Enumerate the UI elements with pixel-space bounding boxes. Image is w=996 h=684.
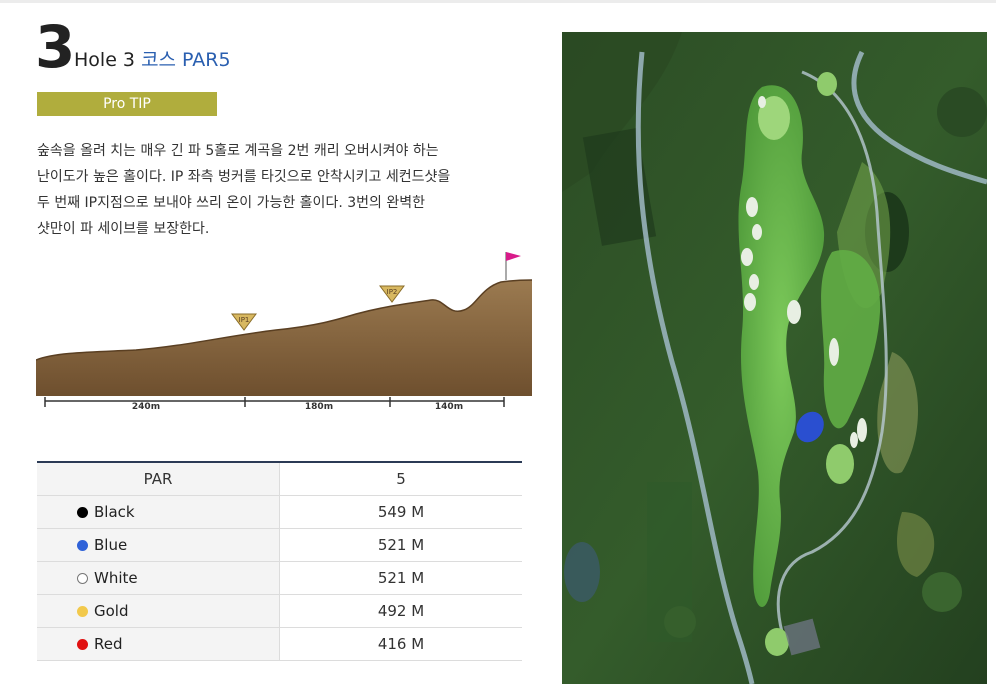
table-header-row: PAR 5 <box>37 462 522 496</box>
ip2-marker: IP2 <box>379 285 405 303</box>
distance-label: 140m <box>435 402 463 412</box>
tee-name: Gold <box>94 602 129 620</box>
tee-distance: 549 M <box>279 495 522 529</box>
course-par: 코스 PAR5 <box>141 49 231 71</box>
table-row: Gold 492 M <box>37 594 522 628</box>
ip2-label: IP2 <box>387 288 398 296</box>
flag-icon <box>505 252 521 280</box>
red-tee-dot <box>77 638 88 650</box>
tee-distance: 416 M <box>279 627 522 661</box>
tee-distance-table: PAR 5 Black 549 M Blue 521 M White 521 M… <box>37 461 522 661</box>
description-line: 두 번째 IP지점으로 보내야 쓰리 온이 가능한 홀이다. 3번의 완벽한 <box>37 195 425 211</box>
black-tee-dot <box>77 506 88 518</box>
hole-aerial-map <box>562 32 987 684</box>
elevation-profile: IP1 IP2 240m 180m 140m <box>36 252 533 412</box>
tee-name: Red <box>94 635 123 653</box>
table-row: Black 549 M <box>37 495 522 529</box>
terrain-shape <box>36 280 532 396</box>
tee-name: White <box>94 569 138 587</box>
top-divider <box>0 0 996 3</box>
blue-tee-dot <box>77 539 88 551</box>
table-row: Blue 521 M <box>37 528 522 562</box>
gold-tee-dot <box>77 605 88 617</box>
distance-label: 180m <box>305 402 333 412</box>
description-line: 난이도가 높은 홀이다. IP 좌측 벙커를 타깃으로 안착시키고 세컨드샷을 <box>37 169 451 185</box>
description-line: 숲속을 올려 치는 매우 긴 파 5홀로 계곡을 2번 캐리 오버시켜야 하는 <box>37 143 439 159</box>
tee-distance: 521 M <box>279 561 522 595</box>
description-line: 샷만이 파 세이브를 보장한다. <box>37 221 210 237</box>
pro-tip-description: 숲속을 올려 치는 매우 긴 파 5홀로 계곡을 2번 캐리 오버시켜야 하는 … <box>37 138 517 242</box>
par-label: PAR <box>37 462 280 496</box>
ip1-marker: IP1 <box>231 313 257 331</box>
hole-label: Hole 3 <box>74 49 136 71</box>
distance-label: 240m <box>132 402 160 412</box>
par-value: 5 <box>279 462 522 496</box>
tee-distance: 521 M <box>279 528 522 562</box>
tee-distance: 492 M <box>279 594 522 628</box>
table-row: White 521 M <box>37 561 522 595</box>
white-tee-dot <box>77 572 88 584</box>
hole-title: Hole 3 코스 PAR5 <box>74 48 231 72</box>
pro-tip-badge: Pro TIP <box>37 92 217 116</box>
tee-name: Blue <box>94 536 128 554</box>
tee-name: Black <box>94 503 135 521</box>
ip1-label: IP1 <box>239 316 250 324</box>
table-row: Red 416 M <box>37 627 522 661</box>
hole-number: 3 <box>35 13 75 81</box>
